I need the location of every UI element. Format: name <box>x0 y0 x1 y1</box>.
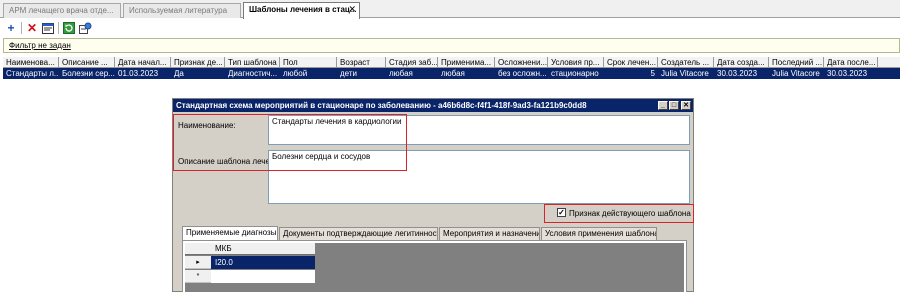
refresh-icon[interactable] <box>62 21 76 35</box>
table-cell: Стандарты л... <box>6 69 59 78</box>
subtable-header: МКБ <box>185 243 315 255</box>
column-header[interactable]: Описание ... <box>59 57 115 68</box>
table-cell: любой <box>283 69 308 78</box>
filter-link[interactable]: Фильтр не задан <box>9 41 71 50</box>
column-header[interactable]: МКБ <box>215 243 232 255</box>
table-cell: Диагностич... <box>228 69 278 78</box>
tab-conditions[interactable]: Условия применения шаблона <box>541 227 657 240</box>
close-icon[interactable]: ✕ <box>348 3 356 16</box>
column-header[interactable]: Создатель ... <box>658 57 714 68</box>
column-header[interactable]: Тип шаблона <box>225 57 280 68</box>
table-cell: дети <box>340 69 357 78</box>
table-cell: Julia Vitacore <box>661 69 709 78</box>
table-cell: 30.03.2023 <box>717 69 758 78</box>
tab-activities[interactable]: Мероприятия и назначения <box>439 227 540 240</box>
highlight-box <box>173 114 407 171</box>
tab-label: Используемая литература <box>129 6 228 15</box>
column-header[interactable]: Наименова... <box>3 57 59 68</box>
toolbar-separator <box>58 22 59 34</box>
column-header[interactable]: Дата начал... <box>115 57 171 68</box>
table-cell: Болезни сер... <box>62 69 115 78</box>
toolbar-separator <box>21 22 22 34</box>
properties-icon[interactable] <box>41 21 55 35</box>
column-header[interactable]: Срок лечен... <box>604 57 658 68</box>
document-tab-bar: АРМ лечащего врача отде... Используемая … <box>0 0 900 19</box>
new-row-icon: * <box>185 270 211 283</box>
table-cell: любая <box>389 69 413 78</box>
add-icon[interactable]: + <box>4 21 18 35</box>
table-cell: 01.03.2023 <box>118 69 159 78</box>
column-header[interactable]: Дата созда... <box>714 57 769 68</box>
table-header: Наименова... Описание ... Дата начал... … <box>3 57 900 68</box>
new-row[interactable] <box>211 270 315 283</box>
table-cell: без осложн... <box>498 69 547 78</box>
table-cell: любая <box>441 69 465 78</box>
table-cell: Да <box>174 69 184 78</box>
table-cell: 30.03.2023 <box>827 69 868 78</box>
toolbar: + ✕ <box>0 19 900 37</box>
column-header[interactable]: Признак де... <box>171 57 225 68</box>
tab-label: АРМ лечащего врача отде... <box>9 6 114 15</box>
column-header[interactable]: Пол <box>280 57 337 68</box>
row-indicator-icon: ▸ <box>185 256 211 269</box>
maximize-icon[interactable]: □ <box>669 101 679 110</box>
table-cell: Julia Vitacore <box>772 69 820 78</box>
tab-diagnoses[interactable]: Применяемые диагнозы <box>182 226 278 240</box>
dialog-title[interactable]: Стандартная схема мероприятий в стациона… <box>173 99 693 112</box>
tab-arm-doctor[interactable]: АРМ лечащего врача отде... <box>3 3 121 18</box>
column-header[interactable]: Возраст <box>337 57 386 68</box>
table-row[interactable]: I20.0 <box>211 256 315 269</box>
column-header[interactable]: Стадия заб... <box>386 57 438 68</box>
filter-bar[interactable]: Фильтр не задан <box>3 38 900 53</box>
column-header[interactable]: Последний ... <box>769 57 824 68</box>
delete-icon[interactable]: ✕ <box>25 21 39 35</box>
column-header[interactable]: Осложнени... <box>495 57 548 68</box>
table-row[interactable]: Стандарты л... Болезни сер... 01.03.2023… <box>3 68 900 79</box>
settings-icon[interactable] <box>78 21 92 35</box>
column-header[interactable]: Дата после... <box>824 57 878 68</box>
tab-label: Шаблоны лечения в стац... <box>249 5 357 14</box>
table-cell: 5 <box>650 69 655 78</box>
column-header[interactable]: Условия пр... <box>548 57 604 68</box>
highlight-box <box>544 204 694 223</box>
tab-documents[interactable]: Документы подтверждающие легитинность <box>279 227 438 240</box>
diagnoses-table: МКБ ▸ I20.0 * <box>185 243 684 292</box>
column-header[interactable]: Применима... <box>438 57 495 68</box>
tab-literature[interactable]: Используемая литература <box>123 3 241 18</box>
tab-treatment-templates[interactable]: Шаблоны лечения в стац... ✕ <box>243 2 360 19</box>
minimize-icon[interactable]: _ <box>658 101 668 110</box>
close-icon[interactable]: ✕ <box>681 101 691 110</box>
table-cell: стационарно <box>551 69 599 78</box>
